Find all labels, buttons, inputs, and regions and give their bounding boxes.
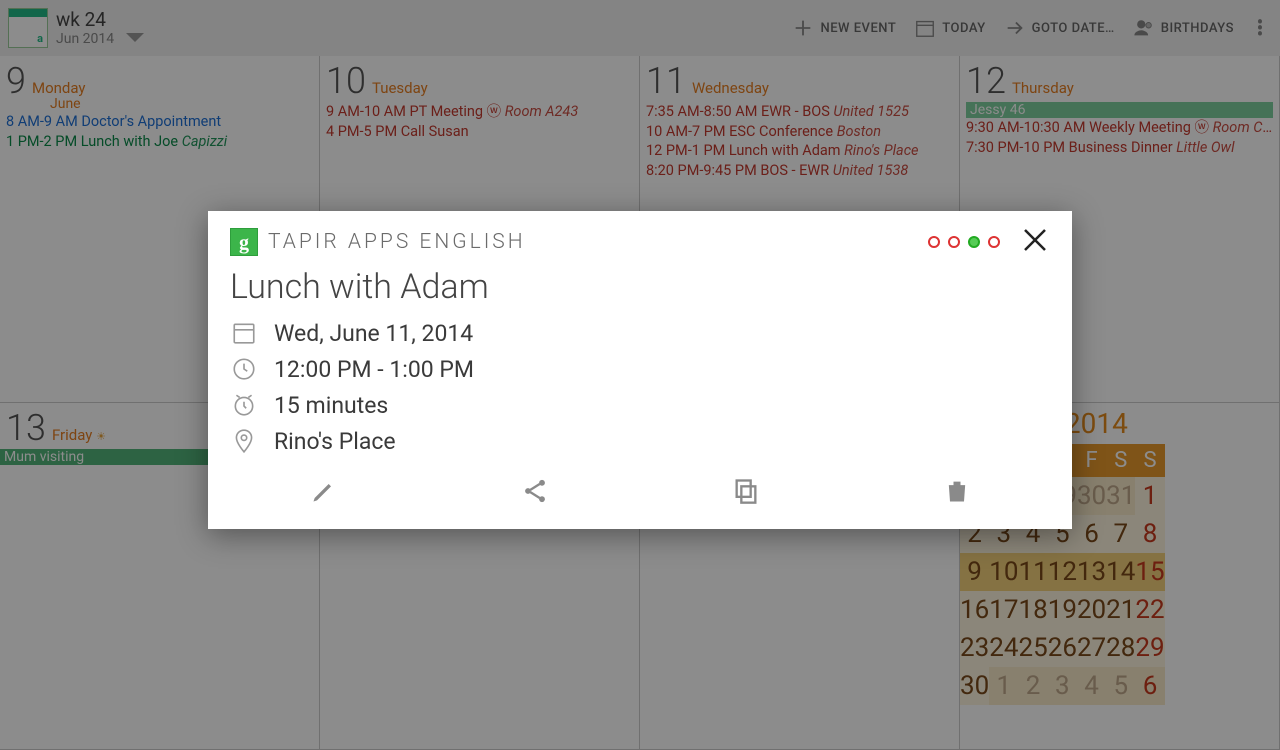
close-button[interactable] [1020, 225, 1050, 259]
clock-icon [230, 355, 258, 383]
pencil-icon [310, 477, 338, 505]
delete-button[interactable] [943, 477, 971, 509]
copy-icon [732, 477, 760, 505]
color-dot-red-icon [928, 236, 940, 248]
color-dot-red3-icon [988, 236, 1000, 248]
location-icon [230, 427, 258, 455]
color-dot-green-icon [968, 236, 980, 248]
trash-icon [943, 477, 971, 505]
account-label: TAPIR APPS ENGLISH [268, 230, 526, 254]
share-icon [521, 477, 549, 505]
color-dot-red2-icon [948, 236, 960, 248]
share-button[interactable] [521, 477, 549, 509]
event-date: Wed, June 11, 2014 [274, 320, 473, 347]
event-title: Lunch with Adam [208, 263, 1072, 315]
close-icon [1020, 225, 1050, 255]
dialog-actions [208, 459, 1072, 529]
event-time: 12:00 PM - 1:00 PM [274, 356, 474, 383]
event-location: Rino's Place [274, 428, 396, 455]
color-dots[interactable] [928, 236, 1000, 248]
alarm-icon [230, 391, 258, 419]
event-dialog: g TAPIR APPS ENGLISH Lunch with Adam Wed… [208, 211, 1072, 529]
date-icon [230, 319, 258, 347]
copy-button[interactable] [732, 477, 760, 509]
edit-button[interactable] [310, 477, 338, 509]
google-badge-icon: g [230, 228, 258, 256]
event-reminder: 15 minutes [274, 392, 388, 419]
